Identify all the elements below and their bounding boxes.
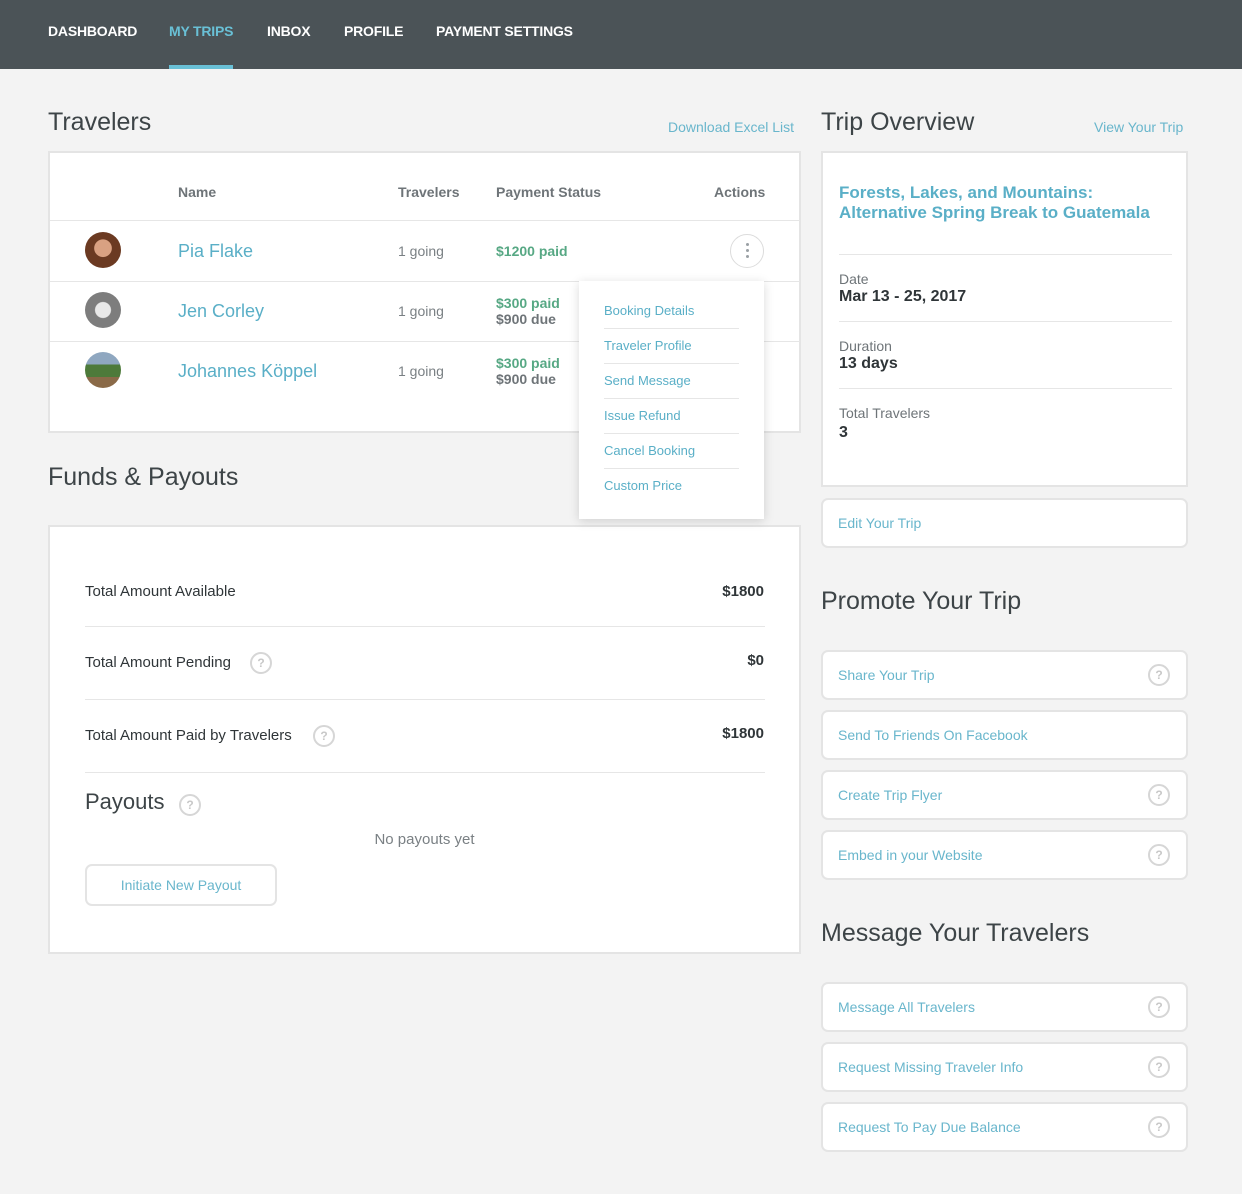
nav-my-trips[interactable]: MY TRIPS [169,23,233,39]
help-icon[interactable]: ? [179,794,201,816]
traveler-name[interactable]: Jen Corley [178,301,264,322]
help-icon[interactable]: ? [1148,844,1170,866]
help-icon[interactable]: ? [1148,784,1170,806]
message-all-button[interactable]: Message All Travelers ? [821,982,1188,1032]
travelers-count: 1 going [398,303,444,319]
create-flyer-button[interactable]: Create Trip Flyer ? [821,770,1188,820]
help-icon[interactable]: ? [1148,996,1170,1018]
due-amount: $900 due [496,311,556,327]
share-trip-button[interactable]: Share Your Trip ? [821,650,1188,700]
date-value: Mar 13 - 25, 2017 [839,288,967,305]
total-paid-value: $1800 [722,725,764,742]
menu-item-issue-refund[interactable]: Issue Refund [604,408,681,423]
request-balance-label: Request To Pay Due Balance [838,1119,1021,1135]
travelers-title: Travelers [48,108,152,136]
divider [604,398,739,399]
travelers-count: 1 going [398,243,444,259]
avatar [85,292,121,328]
duration-value: 13 days [839,355,898,372]
request-info-button[interactable]: Request Missing Traveler Info ? [821,1042,1188,1092]
column-header-name: Name [178,184,217,200]
help-icon[interactable]: ? [1148,664,1170,686]
divider [50,220,800,221]
column-header-payment-status: Payment Status [496,184,602,200]
paid-amount: $300 paid [496,295,560,311]
divider [604,328,739,329]
menu-item-traveler-profile[interactable]: Traveler Profile [604,338,692,353]
funds-title: Funds & Payouts [48,463,239,491]
total-pending-label: Total Amount Pending [85,654,231,671]
embed-website-label: Embed in your Website [838,847,983,863]
nav-dashboard[interactable]: DASHBOARD [48,23,137,39]
divider [85,772,765,773]
total-paid-label: Total Amount Paid by Travelers [85,727,292,744]
date-label: Date [839,271,869,287]
view-trip-link[interactable]: View Your Trip [1094,119,1183,135]
menu-item-custom-price[interactable]: Custom Price [604,478,682,493]
payouts-title: Payouts [85,789,165,814]
message-title: Message Your Travelers [821,919,1090,947]
total-pending-value: $0 [747,652,764,669]
divider [85,626,765,627]
download-excel-link[interactable]: Download Excel List [668,119,794,135]
nav-inbox[interactable]: INBOX [267,23,311,39]
total-travelers-value: 3 [839,424,848,441]
no-payouts-message: No payouts yet [374,831,475,848]
create-flyer-label: Create Trip Flyer [838,787,943,803]
traveler-name[interactable]: Pia Flake [178,241,253,262]
trip-name[interactable]: Forests, Lakes, and Mountains: Alternati… [839,183,1159,223]
send-facebook-label: Send To Friends On Facebook [838,727,1028,743]
paid-amount: $300 paid [496,355,560,371]
divider [604,468,739,469]
total-travelers-label: Total Travelers [839,405,931,421]
request-balance-button[interactable]: Request To Pay Due Balance ? [821,1102,1188,1152]
divider [85,699,765,700]
total-available-label: Total Amount Available [85,583,236,600]
divider [839,254,1172,255]
more-icon [746,243,749,246]
avatar [85,232,121,268]
edit-trip-button[interactable]: Edit Your Trip [821,498,1188,548]
menu-item-send-message[interactable]: Send Message [604,373,691,388]
send-facebook-button[interactable]: Send To Friends On Facebook [821,710,1188,760]
trip-overview-title: Trip Overview [821,108,975,136]
active-tab-indicator [169,65,233,69]
request-info-label: Request Missing Traveler Info [838,1059,1024,1075]
nav-payment-settings[interactable]: PAYMENT SETTINGS [436,23,573,39]
trip-overview-card: Forests, Lakes, and Mountains: Alternati… [821,151,1188,487]
divider [839,321,1172,322]
initiate-payout-button[interactable]: Initiate New Payout [85,864,277,906]
actions-dropdown-menu: Booking Details Traveler Profile Send Me… [579,281,764,519]
duration-label: Duration [839,338,892,354]
help-icon[interactable]: ? [1148,1116,1170,1138]
top-navigation: DASHBOARD MY TRIPS INBOX PROFILE PAYMENT… [0,0,1242,69]
column-header-travelers: Travelers [398,184,460,200]
total-available-value: $1800 [722,583,764,600]
divider [604,363,739,364]
message-all-label: Message All Travelers [838,999,975,1015]
avatar [85,352,121,388]
due-amount: $900 due [496,371,556,387]
travelers-count: 1 going [398,363,444,379]
traveler-name[interactable]: Johannes Köppel [178,361,317,382]
paid-amount: $1200 paid [496,243,568,259]
share-trip-label: Share Your Trip [838,667,935,683]
help-icon[interactable]: ? [250,652,272,674]
edit-trip-label: Edit Your Trip [838,515,922,531]
menu-item-booking-details[interactable]: Booking Details [604,303,694,318]
funds-card: Total Amount Available $1800 Total Amoun… [48,525,801,954]
help-icon[interactable]: ? [1148,1056,1170,1078]
promote-title: Promote Your Trip [821,587,1022,615]
help-icon[interactable]: ? [313,725,335,747]
column-header-actions: Actions [714,184,766,200]
more-actions-button[interactable] [730,234,764,268]
menu-item-cancel-booking[interactable]: Cancel Booking [604,443,695,458]
nav-profile[interactable]: PROFILE [344,23,403,39]
embed-website-button[interactable]: Embed in your Website ? [821,830,1188,880]
divider [604,433,739,434]
divider [839,388,1172,389]
